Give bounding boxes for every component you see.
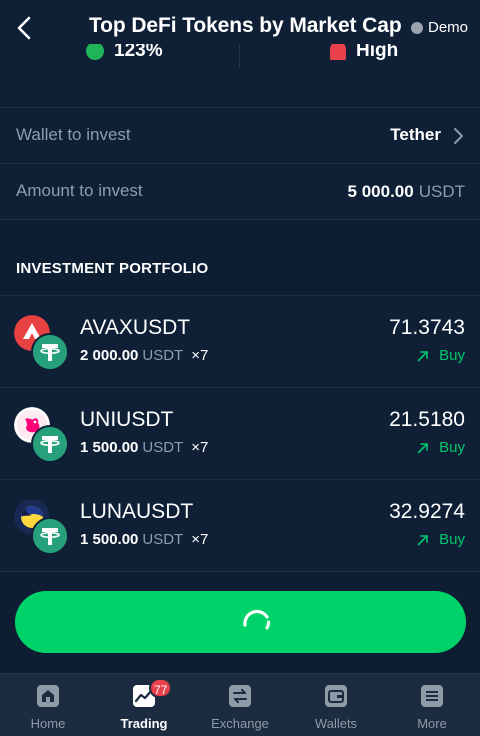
buy-indicator: Buy bbox=[417, 439, 465, 456]
tether-icon bbox=[31, 425, 69, 463]
price: 21.5180 bbox=[389, 408, 465, 431]
portfolio-stats: 123% High bbox=[0, 44, 480, 68]
wallet-icon bbox=[325, 685, 347, 707]
pair-name: AVAXUSDT bbox=[80, 316, 191, 339]
page-title: Top DeFi Tokens by Market Cap bbox=[89, 14, 402, 37]
portfolio-list: AVAXUSDT 2 000.00 USDT ×7 71.3743 Buy UNIU… bbox=[0, 295, 480, 572]
bottom-tab-bar: Home 77 Trading Exchange Wallets More bbox=[0, 673, 480, 736]
price: 71.3743 bbox=[389, 316, 465, 339]
arrow-up-right-icon bbox=[417, 534, 428, 545]
buy-indicator: Buy bbox=[417, 531, 465, 548]
allocation-amount: 2 000.00 bbox=[80, 347, 139, 364]
return-stat: 123% bbox=[86, 44, 163, 62]
loading-spinner-icon bbox=[243, 609, 271, 630]
tab-label: Exchange bbox=[211, 716, 269, 731]
wallet-label: Wallet to invest bbox=[16, 125, 131, 144]
exchange-icon bbox=[229, 685, 251, 707]
allocation-unit: USDT bbox=[142, 347, 184, 364]
back-button[interactable] bbox=[10, 12, 40, 44]
tab-home[interactable]: Home bbox=[0, 674, 96, 736]
tab-exchange[interactable]: Exchange bbox=[192, 674, 288, 736]
buy-label: Buy bbox=[439, 531, 465, 548]
allocation: 1 500.00 USDT ×7 bbox=[80, 531, 208, 548]
buy-label: Buy bbox=[439, 439, 465, 456]
notification-badge: 77 bbox=[149, 678, 173, 698]
allocation-amount: 1 500.00 bbox=[80, 531, 139, 548]
tab-label: Wallets bbox=[314, 716, 358, 731]
header: Top DeFi Tokens by Market Cap Demo 123% … bbox=[0, 0, 480, 100]
allocation-amount: 1 500.00 bbox=[80, 439, 139, 456]
wallet-selector[interactable]: Wallet to invest Tether bbox=[0, 108, 480, 163]
tether-icon bbox=[31, 333, 69, 371]
tab-trading[interactable]: 77 Trading bbox=[96, 674, 192, 736]
risk-value: High bbox=[356, 44, 399, 61]
menu-icon bbox=[421, 685, 443, 707]
status-dot-icon bbox=[411, 21, 423, 34]
leverage: ×7 bbox=[191, 531, 209, 548]
price: 32.9274 bbox=[389, 500, 465, 523]
return-value: 123% bbox=[114, 44, 163, 61]
leverage: ×7 bbox=[191, 439, 209, 456]
stats-divider bbox=[239, 44, 240, 68]
allocation: 1 500.00 USDT ×7 bbox=[80, 439, 208, 456]
divider bbox=[0, 219, 480, 220]
allocation: 2 000.00 USDT ×7 bbox=[80, 347, 208, 364]
chevron-left-icon bbox=[17, 16, 31, 40]
demo-mode-label: Demo bbox=[428, 19, 469, 36]
tab-label: More bbox=[417, 716, 447, 731]
amount-unit: USDT bbox=[418, 182, 465, 201]
wallet-value: Tether bbox=[390, 125, 441, 144]
tab-wallets[interactable]: Wallets bbox=[288, 674, 384, 736]
demo-mode-indicator[interactable]: Demo bbox=[411, 19, 468, 36]
chevron-right-icon bbox=[454, 128, 463, 144]
allocation-unit: USDT bbox=[142, 531, 184, 548]
amount-label: Amount to invest bbox=[16, 181, 143, 200]
buy-label: Buy bbox=[439, 347, 465, 364]
tab-label: Trading bbox=[120, 716, 168, 731]
tab-more[interactable]: More bbox=[384, 674, 480, 736]
pair-name: UNIUSDT bbox=[80, 408, 174, 431]
tab-label: Home bbox=[30, 716, 66, 731]
allocation-unit: USDT bbox=[142, 439, 184, 456]
risk-flame-icon bbox=[330, 44, 346, 60]
pair-name: LUNAUSDT bbox=[80, 500, 194, 523]
invest-button[interactable] bbox=[15, 591, 466, 653]
leverage: ×7 bbox=[191, 347, 209, 364]
buy-indicator: Buy bbox=[417, 347, 465, 364]
section-title: INVESTMENT PORTFOLIO bbox=[16, 260, 209, 277]
portfolio-item[interactable]: UNIUSDT 1 500.00 USDT ×7 21.5180 Buy bbox=[0, 387, 480, 479]
amount-value: 5 000.00 bbox=[347, 182, 414, 201]
amount-field[interactable]: Amount to invest 5 000.00 USDT bbox=[0, 164, 480, 219]
portfolio-item[interactable]: AVAXUSDT 2 000.00 USDT ×7 71.3743 Buy bbox=[0, 295, 480, 387]
gear-green-icon bbox=[86, 44, 104, 60]
risk-stat: High bbox=[330, 44, 398, 62]
arrow-up-right-icon bbox=[417, 442, 428, 453]
home-icon bbox=[37, 685, 59, 707]
arrow-up-right-icon bbox=[417, 350, 428, 361]
portfolio-item[interactable]: LUNAUSDT 1 500.00 USDT ×7 32.9274 Buy bbox=[0, 479, 480, 572]
amount-display: 5 000.00 USDT bbox=[348, 182, 465, 202]
tether-icon bbox=[31, 517, 69, 555]
